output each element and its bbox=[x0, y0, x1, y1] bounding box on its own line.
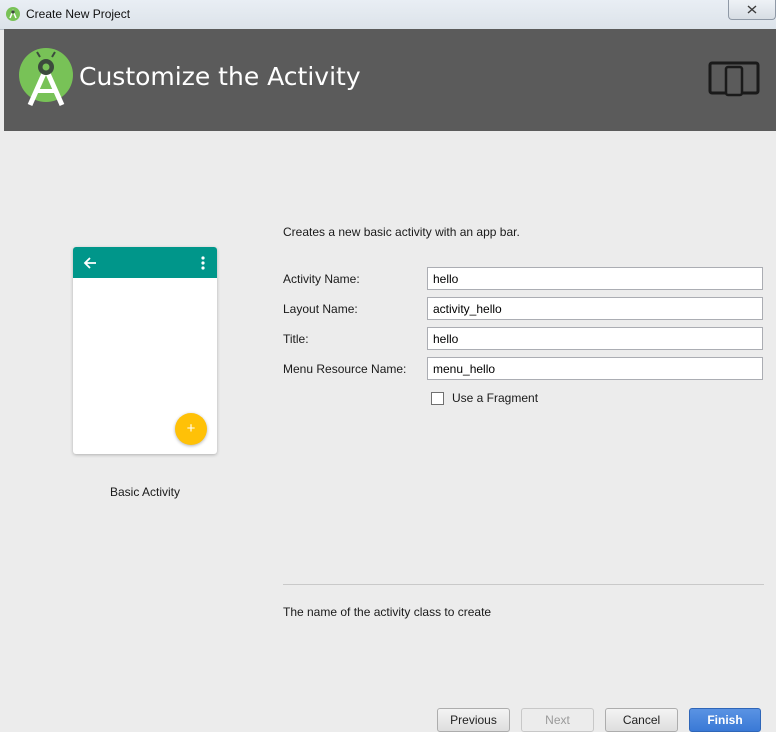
window-title: Create New Project bbox=[26, 7, 131, 21]
plus-icon: + bbox=[186, 420, 196, 437]
layout-name-label: Layout Name: bbox=[283, 302, 358, 316]
title-input[interactable] bbox=[427, 327, 763, 350]
page-title: Customize the Activity bbox=[79, 62, 361, 91]
form-divider bbox=[283, 584, 764, 585]
arrow-back-icon bbox=[83, 257, 96, 269]
use-fragment-option[interactable]: Use a Fragment bbox=[431, 391, 538, 405]
preview-app-bar bbox=[73, 247, 217, 278]
close-icon bbox=[747, 5, 757, 14]
layout-name-input[interactable] bbox=[427, 297, 763, 320]
preview-fab: + bbox=[175, 413, 207, 445]
field-hint: The name of the activity class to create bbox=[283, 605, 492, 619]
activity-description: Creates a new basic activity with an app… bbox=[283, 225, 520, 239]
previous-button[interactable]: Previous bbox=[437, 708, 510, 732]
activity-preview: + bbox=[73, 247, 217, 454]
template-label: Basic Activity bbox=[109, 485, 181, 499]
finish-button[interactable]: Finish bbox=[689, 708, 761, 732]
use-fragment-label: Use a Fragment bbox=[452, 391, 539, 405]
more-vert-icon bbox=[201, 256, 205, 270]
cancel-button[interactable]: Cancel bbox=[605, 708, 678, 732]
title-label: Title: bbox=[283, 332, 309, 346]
use-fragment-checkbox[interactable] bbox=[431, 391, 444, 405]
android-studio-icon bbox=[6, 7, 20, 21]
menu-resource-name-input[interactable] bbox=[427, 357, 763, 380]
close-button[interactable] bbox=[728, 0, 776, 20]
wizard-header: Customize the Activity bbox=[4, 29, 776, 131]
menu-resource-name-label: Menu Resource Name: bbox=[283, 362, 407, 376]
window-titlebar: Create New Project bbox=[0, 0, 776, 30]
next-button[interactable]: Next bbox=[521, 708, 594, 732]
android-studio-logo bbox=[19, 48, 73, 107]
activity-name-input[interactable] bbox=[427, 267, 763, 290]
activity-name-label: Activity Name: bbox=[283, 272, 360, 286]
phone-tablet-icon bbox=[708, 61, 760, 97]
